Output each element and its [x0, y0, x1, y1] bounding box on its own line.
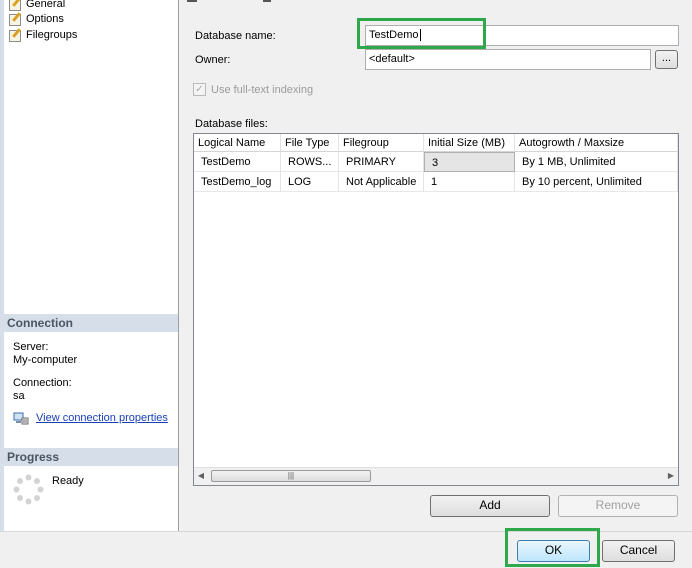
- column-header-filegroup[interactable]: Filegroup: [339, 134, 424, 152]
- toolbar-remnant-icon: [263, 0, 271, 2]
- owner-input[interactable]: <default>: [365, 49, 651, 70]
- table-cell[interactable]: TestDemo_log: [194, 172, 281, 192]
- page-item-label: General: [26, 0, 66, 10]
- table-cell[interactable]: TestDemo: [194, 152, 281, 172]
- column-header-logical-name[interactable]: Logical Name: [194, 134, 281, 152]
- table-cell[interactable]: Not Applicable: [339, 172, 424, 192]
- database-name-highlight: [357, 18, 486, 49]
- cancel-button[interactable]: Cancel: [602, 540, 675, 562]
- page-icon: [8, 28, 22, 42]
- server-label: Server:: [13, 341, 49, 353]
- connection-value: sa: [13, 390, 25, 402]
- table-cell[interactable]: By 10 percent, Unlimited: [515, 172, 678, 192]
- remove-file-button[interactable]: Remove: [558, 495, 678, 517]
- connection-properties-icon[interactable]: [13, 412, 29, 426]
- scroll-right-arrow-icon[interactable]: ▶: [666, 471, 676, 481]
- add-file-button[interactable]: Add: [430, 495, 550, 517]
- scrollbar-thumb[interactable]: |||: [211, 470, 371, 482]
- database-files-grid[interactable]: Logical Name File Type Filegroup Initial…: [193, 133, 679, 486]
- table-cell[interactable]: 3: [424, 152, 515, 172]
- table-cell[interactable]: By 1 MB, Unlimited: [515, 152, 678, 172]
- database-files-label: Database files:: [195, 118, 268, 130]
- spinner-icon: [13, 474, 44, 505]
- connection-header: Connection: [4, 314, 178, 332]
- page-icon: [8, 12, 22, 26]
- fulltext-checkbox[interactable]: ✓: [193, 83, 206, 96]
- table-cell[interactable]: PRIMARY: [339, 152, 424, 172]
- progress-status: Ready: [52, 475, 84, 487]
- page-icon: [8, 0, 22, 11]
- browse-owner-button[interactable]: ...: [655, 50, 678, 69]
- page-item-label: Options: [26, 13, 64, 25]
- database-name-label: Database name:: [195, 30, 276, 42]
- owner-label: Owner:: [195, 54, 231, 66]
- page-item-options[interactable]: Options: [8, 11, 64, 27]
- toolbar-remnant-icon: [187, 0, 197, 2]
- horizontal-scrollbar[interactable]: ◀ ||| ▶: [194, 467, 678, 485]
- progress-header: Progress: [4, 448, 178, 466]
- left-pane: General Options Filegroups Connection Se…: [0, 0, 179, 531]
- view-connection-properties-link[interactable]: View connection properties: [36, 412, 168, 424]
- table-cell[interactable]: LOG: [281, 172, 339, 192]
- page-item-label: Filegroups: [26, 29, 78, 41]
- page-item-filegroups[interactable]: Filegroups: [8, 27, 77, 43]
- table-cell[interactable]: ROWS...: [281, 152, 339, 172]
- server-value: My-computer: [13, 354, 78, 366]
- column-header-file-type[interactable]: File Type: [281, 134, 339, 152]
- connection-label: Connection:: [13, 377, 72, 389]
- column-header-initial-size[interactable]: Initial Size (MB): [424, 134, 515, 152]
- ok-button-highlight: [505, 528, 600, 567]
- fulltext-label: Use full-text indexing: [211, 84, 314, 96]
- table-cell[interactable]: 1: [424, 172, 515, 192]
- scroll-left-arrow-icon[interactable]: ◀: [196, 471, 206, 481]
- column-header-autogrowth[interactable]: Autogrowth / Maxsize: [515, 134, 678, 152]
